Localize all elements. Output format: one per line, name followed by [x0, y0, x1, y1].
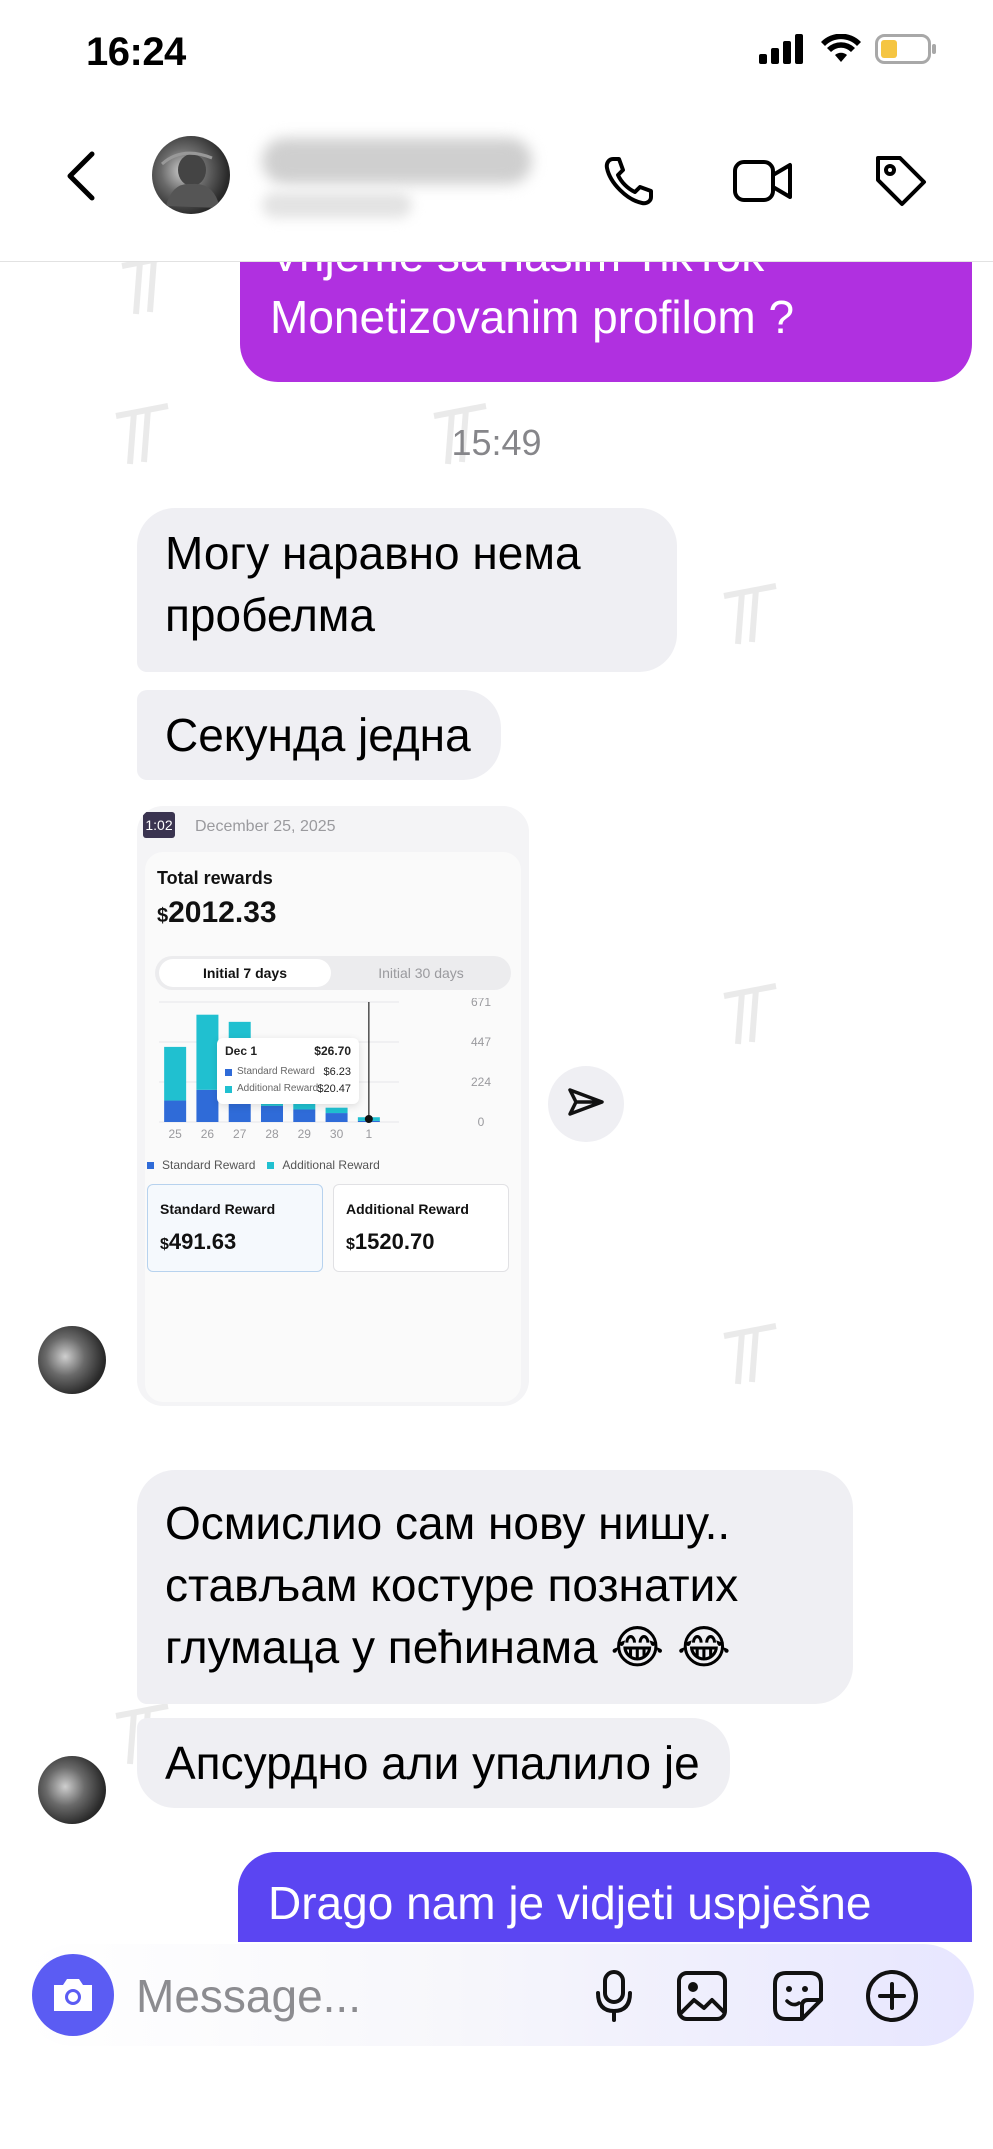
cellular-signal-icon [759, 34, 803, 64]
period-tabs: Initial 7 days Initial 30 days [155, 956, 511, 990]
chart-tooltip: Dec 1 $26.70 Standard Reward $6.23 Addit… [217, 1038, 359, 1104]
y-tick-label: 0 [478, 1115, 485, 1129]
x-tick-label: 30 [330, 1127, 344, 1141]
status-time: 16:24 [86, 30, 186, 74]
bar-standard-reward [196, 1089, 219, 1122]
x-tick-label: 27 [233, 1127, 247, 1141]
watermark-icon [723, 583, 777, 645]
duration-badge: 1:02 [143, 812, 175, 838]
outgoing-message[interactable]: Drago nam je vidjeti uspješne [238, 1852, 972, 1942]
watermark-icon [723, 983, 777, 1045]
x-tick-label: 29 [298, 1127, 312, 1141]
incoming-message[interactable]: Осмислио сам нову нишу.. стављам костуре… [137, 1470, 853, 1704]
voice-message-button[interactable] [586, 1968, 642, 2024]
watermark-icon [121, 262, 159, 315]
avatar-photo-icon [160, 151, 220, 208]
contact-avatar[interactable] [152, 136, 230, 214]
instagram-dm-screen: 16:24 Monetizovanim profilom ? 15:49 Мог… [0, 0, 993, 2149]
tag-icon [876, 156, 926, 206]
y-tick-label: 224 [471, 1075, 491, 1089]
bar-additional-reward [325, 1107, 348, 1114]
outgoing-message[interactable]: Vrijeme sa našim TikTok Monetizovanim pr… [240, 262, 972, 382]
gallery-button[interactable] [674, 1968, 730, 2024]
screenshot-date: December 25, 2025 [195, 818, 336, 835]
chart-legend: Standard Reward Additional Reward [147, 1158, 380, 1172]
battery-icon [875, 34, 936, 64]
x-tick-label: 28 [265, 1127, 279, 1141]
sticker-icon [773, 1971, 823, 2021]
x-tick-label: 26 [201, 1127, 215, 1141]
share-button[interactable] [548, 1066, 624, 1142]
message-text: Апсурдно али упалило је [165, 1737, 700, 1789]
wifi-icon [821, 34, 861, 62]
x-tick-label: 1 [366, 1127, 373, 1141]
contact-name[interactable]: ████ ████████ [262, 138, 532, 184]
message-text: Могу наравно нема пробелма [165, 527, 581, 641]
sender-avatar[interactable] [38, 1326, 106, 1394]
bar-additional-reward [164, 1046, 187, 1101]
status-bar: 16:24 [0, 0, 993, 110]
incoming-message[interactable]: Могу наравно нема пробелма [137, 508, 677, 672]
message-composer [22, 1944, 974, 2046]
message-thread[interactable]: Vrijeme sa našim TikTok Monetizovanim pr… [0, 262, 993, 1942]
audio-call-button[interactable] [594, 146, 664, 216]
total-rewards-value: $2012.33 [157, 896, 277, 929]
total-rewards-label: Total rewards [157, 868, 273, 888]
video-camera-icon [733, 160, 792, 202]
watermark-icon [723, 1323, 777, 1385]
bar-standard-reward [325, 1113, 348, 1122]
bar-standard-reward [164, 1100, 187, 1122]
back-button[interactable] [62, 146, 112, 216]
video-call-button[interactable] [728, 146, 798, 216]
back-chevron-icon [67, 151, 95, 201]
y-tick-label: 671 [471, 998, 491, 1009]
message-timestamp: 15:49 [451, 422, 542, 463]
bar-additional-reward [196, 1014, 219, 1090]
bar-standard-reward [261, 1105, 283, 1122]
bar-standard-reward [293, 1109, 316, 1122]
tooltip-title: Dec 1 [225, 1044, 258, 1058]
standard-swatch [225, 1069, 232, 1076]
sticker-button[interactable] [770, 1968, 826, 2024]
message-input[interactable] [136, 1966, 596, 2026]
camera-button[interactable] [32, 1954, 114, 2036]
additional-reward-card[interactable]: Additional Reward $1520.70 [333, 1184, 509, 1272]
tooltip-total: $26.70 [314, 1044, 351, 1058]
shared-image-message[interactable]: 1:02 December 25, 2025 Total rewards $20… [137, 806, 529, 1406]
microphone-icon [596, 1970, 632, 2022]
additional-swatch [225, 1086, 232, 1093]
chat-header: ████ ████████ ██████████ [0, 110, 993, 262]
message-text: Vrijeme sa našim TikTok Monetizovanim pr… [270, 262, 795, 343]
chart-cursor-dot [364, 1115, 373, 1123]
contact-subtitle: ██████████ [262, 192, 412, 218]
tab-initial-30-days[interactable]: Initial 30 days [335, 959, 507, 987]
camera-icon [54, 1979, 92, 2011]
message-text: Drago nam je vidjeti uspješne [268, 1877, 872, 1929]
x-tick-label: 25 [168, 1127, 182, 1141]
y-tick-label: 447 [471, 1035, 491, 1049]
sender-avatar[interactable] [38, 1756, 106, 1824]
phone-icon [604, 157, 653, 206]
more-actions-button[interactable] [864, 1968, 920, 2024]
send-paper-plane-icon [568, 1088, 604, 1116]
standard-reward-card[interactable]: Standard Reward $491.63 [147, 1184, 323, 1272]
incoming-message[interactable]: Апсурдно али упалило је [137, 1718, 730, 1808]
incoming-message[interactable]: Секунда једна [137, 690, 501, 780]
message-text: Осмислио сам нову нишу.. стављам костуре… [165, 1497, 739, 1673]
tab-initial-7-days[interactable]: Initial 7 days [159, 959, 331, 987]
message-text: Секунда једна [165, 709, 471, 761]
image-icon [677, 1971, 727, 2021]
tag-button[interactable] [866, 146, 936, 216]
add-circle-icon [866, 1970, 918, 2022]
rewards-card: Total rewards $2012.33 Initial 7 days In… [145, 852, 521, 1402]
